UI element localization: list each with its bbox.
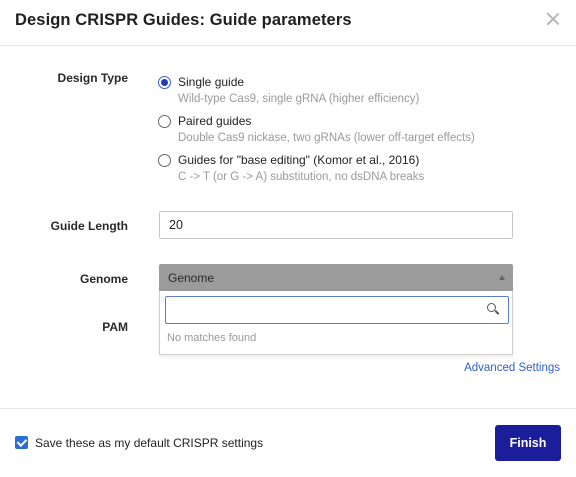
- crispr-guide-parameters-dialog: Design CRISPR Guides: Guide parameters D…: [0, 0, 576, 477]
- finish-button[interactable]: Finish: [495, 425, 561, 461]
- radio-button[interactable]: [158, 114, 171, 128]
- chevron-up-icon: [499, 275, 505, 280]
- save-default-label[interactable]: Save these as my default CRISPR settings: [35, 436, 263, 450]
- genome-select-value: Genome: [168, 271, 215, 285]
- genome-label: Genome: [79, 272, 128, 286]
- design-type-label: Design Type: [57, 71, 128, 85]
- save-default-checkbox[interactable]: [15, 436, 28, 449]
- genome-dropdown: No matches found: [159, 291, 513, 355]
- radio-help-text: Wild-type Cas9, single gRNA (higher effi…: [178, 93, 420, 105]
- dialog-header: Design CRISPR Guides: Guide parameters: [0, 0, 576, 46]
- radio-base-editing[interactable]: Guides for "base editing" (Komor et al.,…: [158, 151, 419, 169]
- genome-search-box[interactable]: [165, 296, 509, 324]
- radio-help-text: C -> T (or G -> A) substitution, no dsDN…: [178, 171, 425, 183]
- genome-select[interactable]: Genome: [159, 264, 513, 292]
- radio-paired-guides[interactable]: Paired guides: [158, 112, 251, 130]
- advanced-settings-link[interactable]: Advanced Settings: [464, 362, 560, 374]
- no-matches-text: No matches found: [167, 332, 257, 344]
- pam-label: PAM: [102, 320, 128, 334]
- dialog-footer: Save these as my default CRISPR settings…: [0, 408, 576, 477]
- radio-help-text: Double Cas9 nickase, two gRNAs (lower of…: [178, 132, 475, 144]
- radio-single-guide[interactable]: Single guide: [158, 73, 244, 91]
- search-icon: [487, 303, 500, 316]
- dialog-title: Design CRISPR Guides: Guide parameters: [15, 11, 352, 29]
- guide-length-input[interactable]: [159, 211, 513, 239]
- radio-button[interactable]: [158, 153, 171, 167]
- radio-button[interactable]: [158, 75, 171, 89]
- radio-label: Guides for "base editing" (Komor et al.,…: [178, 153, 420, 167]
- genome-search-input[interactable]: [166, 297, 476, 323]
- guide-length-label: Guide Length: [50, 219, 128, 233]
- close-icon[interactable]: [544, 10, 562, 28]
- radio-label: Paired guides: [178, 114, 252, 128]
- radio-label: Single guide: [178, 75, 245, 89]
